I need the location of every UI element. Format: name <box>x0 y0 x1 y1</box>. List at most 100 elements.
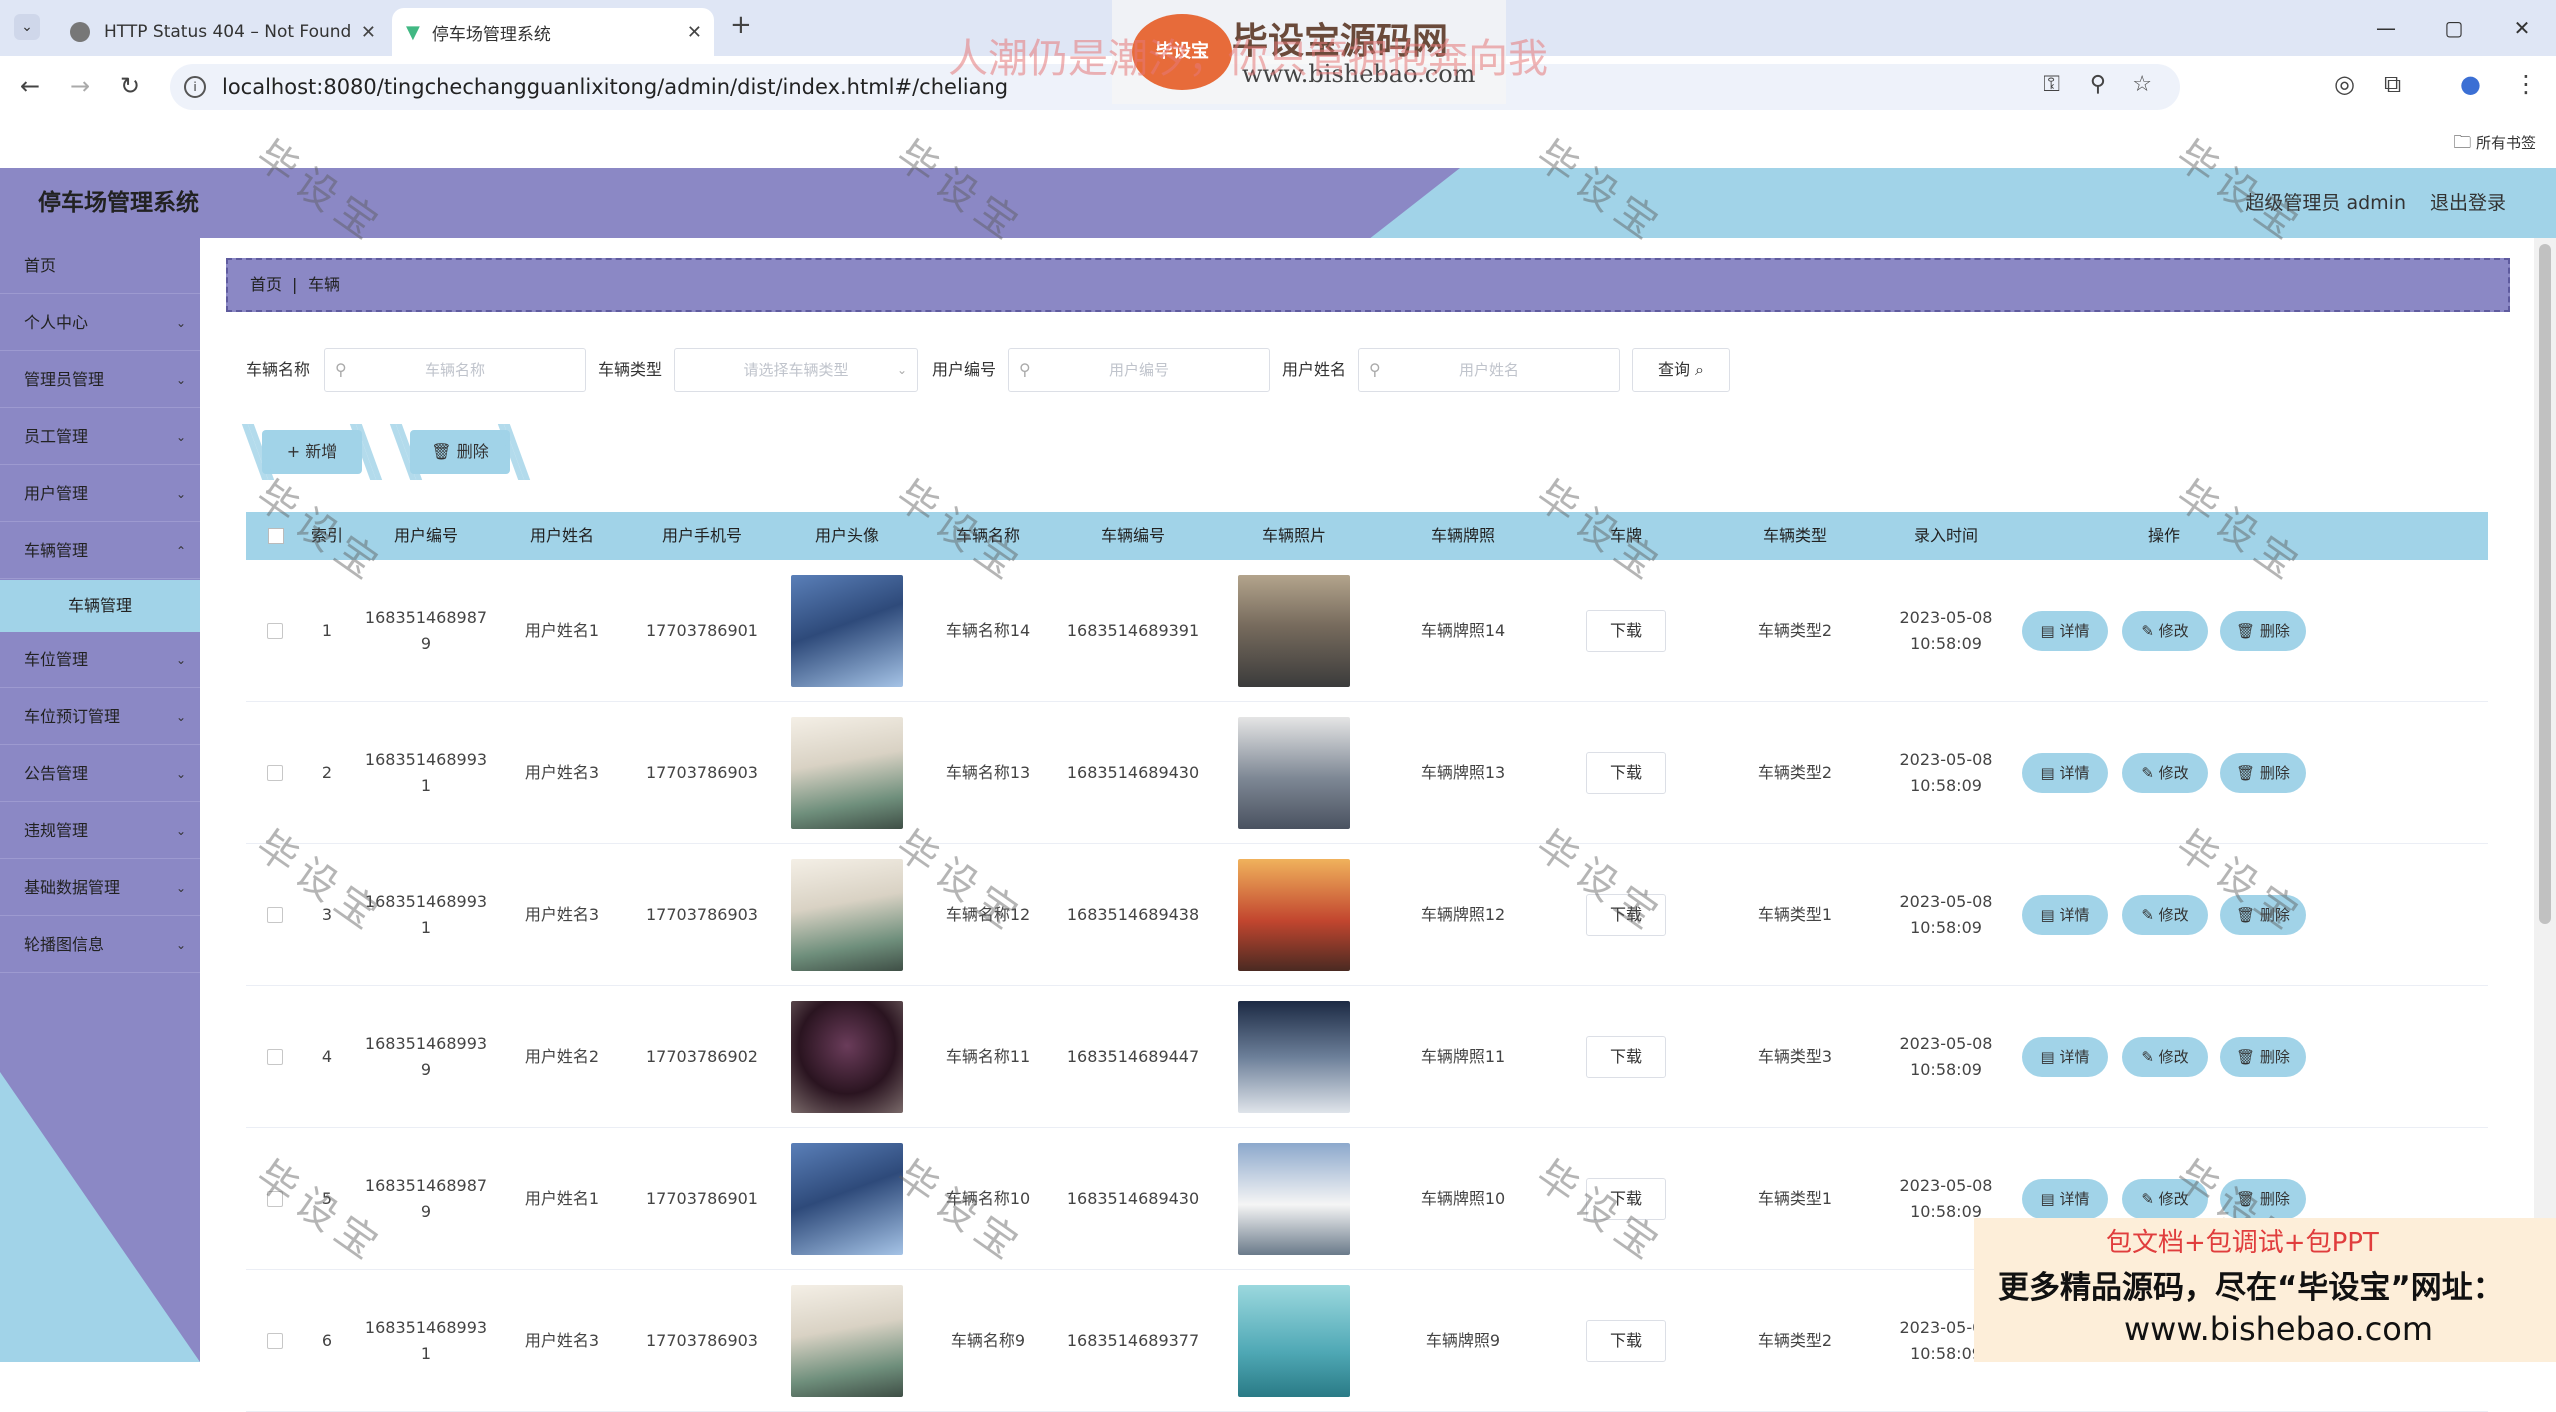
profile-avatar-icon[interactable]: ● <box>2460 70 2481 98</box>
site-info-icon[interactable]: i <box>184 76 206 98</box>
row-delete-button[interactable]: 🗑 删除 <box>2220 895 2306 935</box>
edit-button[interactable]: ✎ 修改 <box>2122 1037 2208 1077</box>
sidebar-item-label: 员工管理 <box>24 427 89 446</box>
new-tab-button[interactable]: + <box>730 10 752 40</box>
sidebar-item-home[interactable]: 首页 <box>0 238 200 294</box>
star-bookmark-icon[interactable]: ☆ <box>2132 72 2152 97</box>
user-avatar[interactable] <box>791 575 903 687</box>
vehicle-photo[interactable] <box>1238 1001 1350 1113</box>
scrollbar-thumb[interactable] <box>2539 244 2551 924</box>
table-row-1: 1 1683514689879 用户姓名1 17703786901 车辆名称14… <box>246 560 2488 702</box>
chevron-down-icon: ⌄ <box>175 881 186 895</box>
row-delete-button[interactable]: 🗑 删除 <box>2220 611 2306 651</box>
tab-search-icon[interactable]: ⌄ <box>14 14 40 40</box>
user-avatar[interactable] <box>791 1143 903 1255</box>
sidebar-item-label: 车位预订管理 <box>24 707 121 726</box>
sidebar-item-users[interactable]: 用户管理 ⌄ <box>0 466 200 522</box>
sidebar-subitem-vehicle-management[interactable]: 车辆管理 <box>0 580 200 632</box>
breadcrumb-home[interactable]: 首页 <box>250 260 282 310</box>
download-button[interactable]: 下载 <box>1586 1320 1666 1362</box>
row-checkbox[interactable] <box>267 1333 283 1349</box>
delete-selected-button[interactable]: 🗑 删除 <box>410 430 510 474</box>
row-checkbox[interactable] <box>267 1049 283 1065</box>
query-button[interactable]: 查询 ⌕ <box>1632 348 1730 392</box>
col-operations: 操作 <box>2147 526 2180 545</box>
cell-user-no: 1683514689879 <box>364 1176 488 1221</box>
row-checkbox[interactable] <box>267 765 283 781</box>
browser-menu-icon[interactable]: ⋮ <box>2514 70 2538 98</box>
detail-button[interactable]: ▤ 详情 <box>2022 895 2108 935</box>
logout-link[interactable]: 退出登录 <box>2430 168 2506 238</box>
folder-icon: 🗀 <box>2453 132 2472 153</box>
download-button[interactable]: 下载 <box>1586 752 1666 794</box>
zoom-icon[interactable]: ⚲ <box>2090 72 2106 97</box>
row-checkbox[interactable] <box>267 907 283 923</box>
user-name-input[interactable]: ⚲ 用户姓名 <box>1358 348 1620 392</box>
browser-tab-404[interactable]: HTTP Status 404 – Not Found ✕ <box>56 8 388 56</box>
minimize-icon[interactable]: — <box>2352 0 2420 56</box>
extension-badge-icon[interactable]: ◎ <box>2334 70 2355 98</box>
url-text[interactable]: localhost:8080/tingchechangguanlixitong/… <box>222 64 1008 110</box>
cell-user-no: 1683514689931 <box>364 1318 488 1363</box>
sidebar-item-staff[interactable]: 员工管理 ⌄ <box>0 409 200 465</box>
sidebar-item-spaces[interactable]: 车位管理 ⌄ <box>0 632 200 688</box>
vehicle-type-select[interactable]: 请选择车辆类型 ⌄ <box>674 348 918 392</box>
download-button[interactable]: 下载 <box>1586 894 1666 936</box>
user-avatar[interactable] <box>791 717 903 829</box>
sidebar-item-admins[interactable]: 管理员管理 ⌄ <box>0 352 200 408</box>
detail-button[interactable]: ▤ 详情 <box>2022 611 2108 651</box>
add-button[interactable]: + 新增 <box>262 430 362 474</box>
close-tab-icon[interactable]: ✕ <box>361 22 376 43</box>
edit-button[interactable]: ✎ 修改 <box>2122 1179 2208 1219</box>
col-vehicle-photo: 车辆照片 <box>1261 526 1326 545</box>
page-scrollbar[interactable] <box>2534 238 2556 1362</box>
sidebar-item-profile[interactable]: 个人中心 ⌄ <box>0 295 200 351</box>
edit-button[interactable]: ✎ 修改 <box>2122 895 2208 935</box>
edit-button[interactable]: ✎ 修改 <box>2122 753 2208 793</box>
row-delete-button[interactable]: 🗑 删除 <box>2220 753 2306 793</box>
vehicle-photo[interactable] <box>1238 1143 1350 1255</box>
vehicle-photo[interactable] <box>1238 717 1350 829</box>
back-arrow-icon[interactable]: ← <box>20 72 40 100</box>
download-button[interactable]: 下载 <box>1586 1178 1666 1220</box>
download-button[interactable]: 下载 <box>1586 1036 1666 1078</box>
select-all-checkbox[interactable] <box>268 528 284 544</box>
sidebar-item-reservations[interactable]: 车位预订管理 ⌄ <box>0 689 200 745</box>
user-avatar[interactable] <box>791 1285 903 1397</box>
extensions-puzzle-icon[interactable]: ⧉ <box>2384 70 2401 98</box>
vehicle-photo[interactable] <box>1238 859 1350 971</box>
sidebar-item-basic-data[interactable]: 基础数据管理 ⌄ <box>0 860 200 916</box>
user-avatar[interactable] <box>791 1001 903 1113</box>
sidebar-item-notices[interactable]: 公告管理 ⌄ <box>0 746 200 802</box>
cell-phone: 17703786901 <box>646 621 758 640</box>
close-tab-icon[interactable]: ✕ <box>687 22 702 43</box>
cell-phone: 17703786902 <box>646 1047 758 1066</box>
close-window-icon[interactable]: ✕ <box>2488 0 2556 56</box>
vehicle-name-input[interactable]: ⚲ 车辆名称 <box>324 348 586 392</box>
sidebar-item-carousel[interactable]: 轮播图信息 ⌄ <box>0 917 200 973</box>
vehicle-photo[interactable] <box>1238 575 1350 687</box>
chevron-down-icon: ⌄ <box>175 938 186 952</box>
reload-icon[interactable]: ↻ <box>120 72 140 100</box>
row-delete-button[interactable]: 🗑 删除 <box>2220 1179 2306 1219</box>
detail-button[interactable]: ▤ 详情 <box>2022 1037 2108 1077</box>
maximize-icon[interactable]: ▢ <box>2420 0 2488 56</box>
browser-tab-active[interactable]: ▼ 停车场管理系统 ✕ <box>392 8 714 56</box>
vehicle-photo[interactable] <box>1238 1285 1350 1397</box>
row-delete-button[interactable]: 🗑 删除 <box>2220 1037 2306 1077</box>
row-checkbox[interactable] <box>267 623 283 639</box>
all-bookmarks-folder[interactable]: 🗀 所有书签 <box>2453 130 2536 160</box>
ad-banner[interactable]: 包文档+包调试+包PPT 更多精品源码，尽在“毕设宝”网址： www.bishe… <box>1974 1218 2556 1362</box>
user-avatar[interactable] <box>791 859 903 971</box>
cell-index: 6 <box>321 1331 333 1350</box>
user-no-input[interactable]: ⚲ 用户编号 <box>1008 348 1270 392</box>
key-icon[interactable]: ⚿ <box>2043 72 2060 97</box>
sidebar-item-vehicles[interactable]: 车辆管理 ⌃ <box>0 523 200 579</box>
edit-button[interactable]: ✎ 修改 <box>2122 611 2208 651</box>
detail-button[interactable]: ▤ 详情 <box>2022 753 2108 793</box>
detail-button[interactable]: ▤ 详情 <box>2022 1179 2108 1219</box>
download-button[interactable]: 下载 <box>1586 610 1666 652</box>
row-checkbox[interactable] <box>267 1191 283 1207</box>
sidebar-item-violations[interactable]: 违规管理 ⌄ <box>0 803 200 859</box>
forward-arrow-icon[interactable]: → <box>70 72 90 100</box>
